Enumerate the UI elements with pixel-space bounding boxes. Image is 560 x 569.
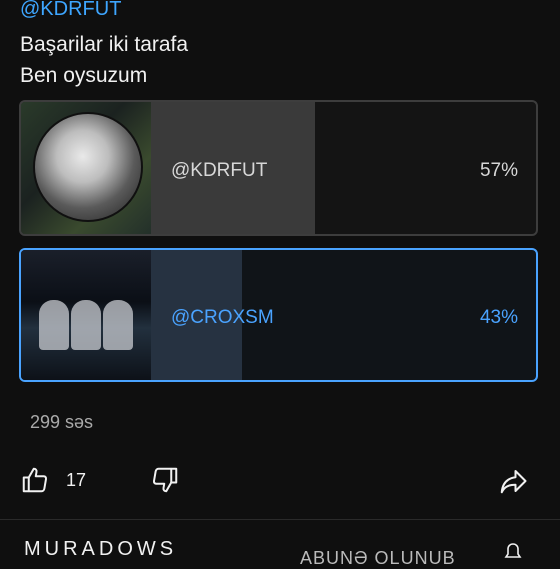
subscribe-button[interactable]: ABUNƏ OLUNUB: [300, 548, 456, 569]
option-percent: 57%: [479, 160, 518, 181]
option-label: @KDRFUT: [171, 160, 268, 181]
option-thumbnail: [21, 250, 151, 380]
thumbs-up-icon: [22, 467, 48, 493]
dislike-button[interactable]: [148, 463, 182, 497]
notification-bell-button[interactable]: [500, 540, 526, 566]
channel-handle[interactable]: @KDRFUT: [20, 0, 121, 21]
channel-name[interactable]: MURADOWS: [24, 538, 177, 561]
thumbs-down-icon: [152, 467, 178, 493]
poll-option-kdrfut[interactable]: @KDRFUT 57%: [19, 100, 538, 236]
option-percent: 43%: [479, 307, 518, 328]
like-button[interactable]: [18, 463, 52, 497]
option-thumbnail: [21, 102, 151, 234]
vote-count: 299 səs: [30, 412, 94, 432]
bell-icon: [504, 543, 522, 558]
post-text-line-1: Başarilar iki tarafa: [20, 33, 189, 56]
poll-option-croxsm[interactable]: @CROXSM 43%: [19, 248, 538, 382]
figure-shape: [103, 300, 133, 350]
share-button[interactable]: [496, 464, 530, 498]
like-count: 17: [66, 470, 87, 490]
post-text-line-2: Ben oysuzum: [20, 64, 148, 87]
share-icon: [500, 470, 527, 494]
avatar: [33, 112, 143, 222]
thumbnail-figures: [31, 290, 141, 350]
figure-shape: [71, 300, 101, 350]
option-label: @CROXSM: [171, 307, 274, 328]
divider: [0, 519, 560, 520]
figure-shape: [39, 300, 69, 350]
